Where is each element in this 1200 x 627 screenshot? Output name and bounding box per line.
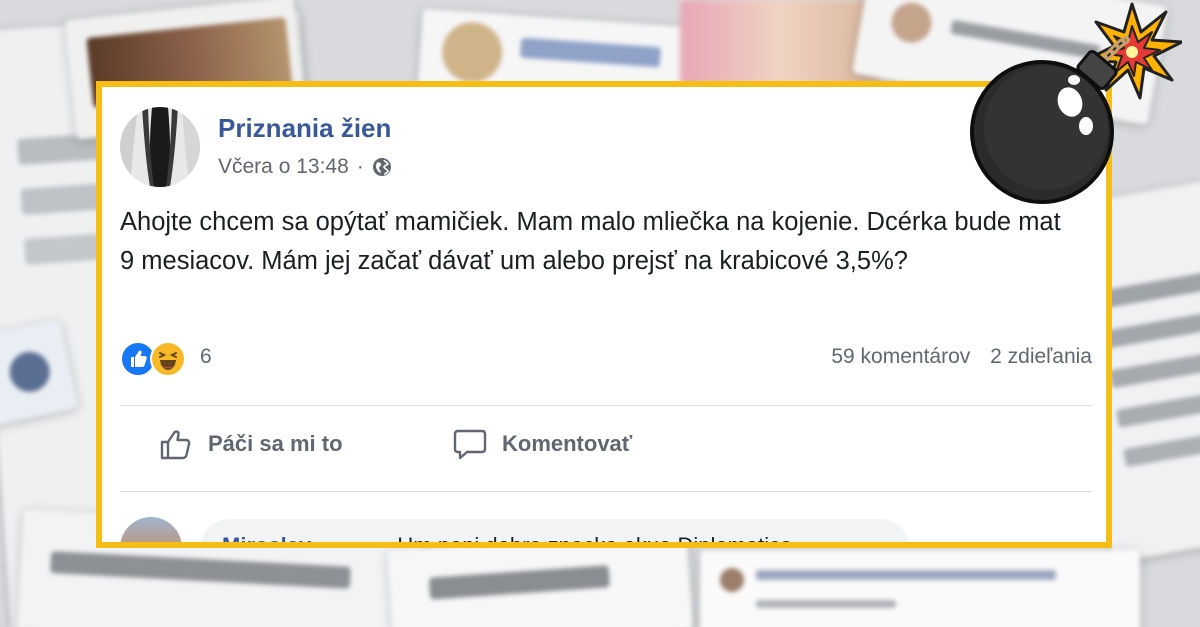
post-action-bar: Páči sa mi to Komentovať xyxy=(120,419,1092,469)
comment-text: Um poni dobra znacka akua Diplomatica xyxy=(397,533,793,548)
comment-bubble: Miroslav Um poni dobra znacka akua Diplo… xyxy=(200,519,910,548)
reactions-summary: 6 59 komentárov 2 zdieľania xyxy=(120,339,1092,379)
haha-reaction-icon xyxy=(150,341,186,377)
post-header: Priznania žien Včera o 13:48 · xyxy=(120,107,720,187)
reaction-count[interactable]: 6 xyxy=(200,345,212,369)
thumbs-up-icon xyxy=(160,430,191,460)
background-photo xyxy=(680,0,880,85)
meta-separator: · xyxy=(356,155,364,178)
like-button-label: Páči sa mi to xyxy=(208,431,343,456)
shares-count-link[interactable]: 2 zdieľania xyxy=(990,345,1092,368)
background-card xyxy=(700,550,1140,627)
reaction-icons[interactable] xyxy=(120,339,186,379)
post-timestamp[interactable]: Včera o 13:48 xyxy=(218,155,349,179)
page-name-link[interactable]: Priznania žien xyxy=(218,113,391,144)
divider xyxy=(120,405,1092,406)
comment-author[interactable]: Miroslav xyxy=(222,533,311,542)
commenter-avatar[interactable] xyxy=(120,517,182,542)
page-avatar-image xyxy=(120,107,200,187)
facebook-post-card: Priznania žien Včera o 13:48 · Ahojte ch… xyxy=(96,81,1112,548)
speech-bubble-icon xyxy=(453,429,487,460)
like-button[interactable]: Páči sa mi to xyxy=(158,419,343,469)
globe-icon[interactable] xyxy=(372,157,392,177)
page-avatar[interactable] xyxy=(120,107,200,187)
post-meta: Včera o 13:48 · xyxy=(218,155,392,179)
comment-button-label: Komentovať xyxy=(502,431,633,456)
post-text: Ahojte chcem sa opýtať mamičiek. Mam mal… xyxy=(120,208,1061,275)
post-stats: 59 komentárov 2 zdieľania xyxy=(831,345,1092,369)
divider xyxy=(120,491,1092,492)
comment-button[interactable]: Komentovať xyxy=(452,419,632,469)
comments-count-link[interactable]: 59 komentárov xyxy=(831,345,970,368)
bomb-icon xyxy=(970,2,1182,204)
comment-preview: Miroslav Um poni dobra znacka akua Diplo… xyxy=(120,509,1092,548)
